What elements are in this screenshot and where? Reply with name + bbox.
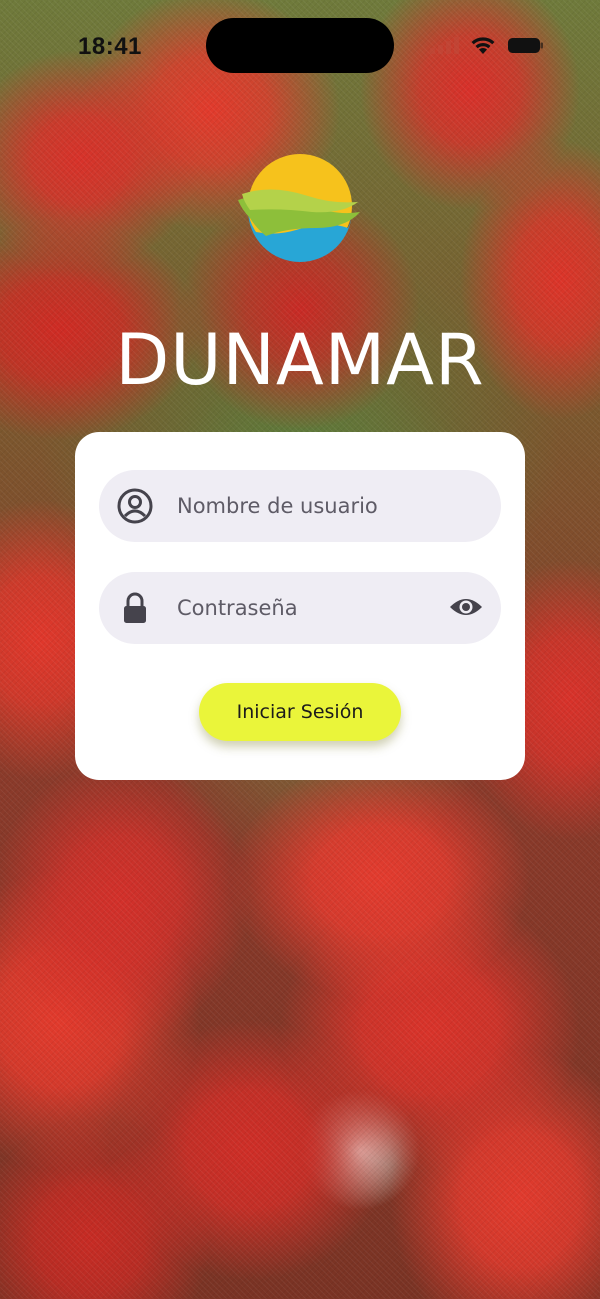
password-input[interactable] xyxy=(177,572,437,644)
login-card: Iniciar Sesión xyxy=(75,432,525,780)
user-circle-icon xyxy=(117,488,153,524)
brand-name: DUNAMAR xyxy=(115,319,485,401)
status-bar: 18:41 xyxy=(0,0,600,90)
login-button[interactable]: Iniciar Sesión xyxy=(199,683,401,741)
dunamar-logo xyxy=(238,154,360,262)
eye-icon[interactable] xyxy=(449,594,483,620)
battery-icon xyxy=(508,38,543,53)
dynamic-island xyxy=(206,18,394,73)
password-field[interactable] xyxy=(99,572,501,644)
signal-icon xyxy=(430,37,459,54)
username-field[interactable] xyxy=(99,470,501,542)
lock-icon xyxy=(124,592,146,623)
status-time: 18:41 xyxy=(78,33,142,60)
wifi-icon xyxy=(471,37,495,54)
username-input[interactable] xyxy=(177,470,437,542)
